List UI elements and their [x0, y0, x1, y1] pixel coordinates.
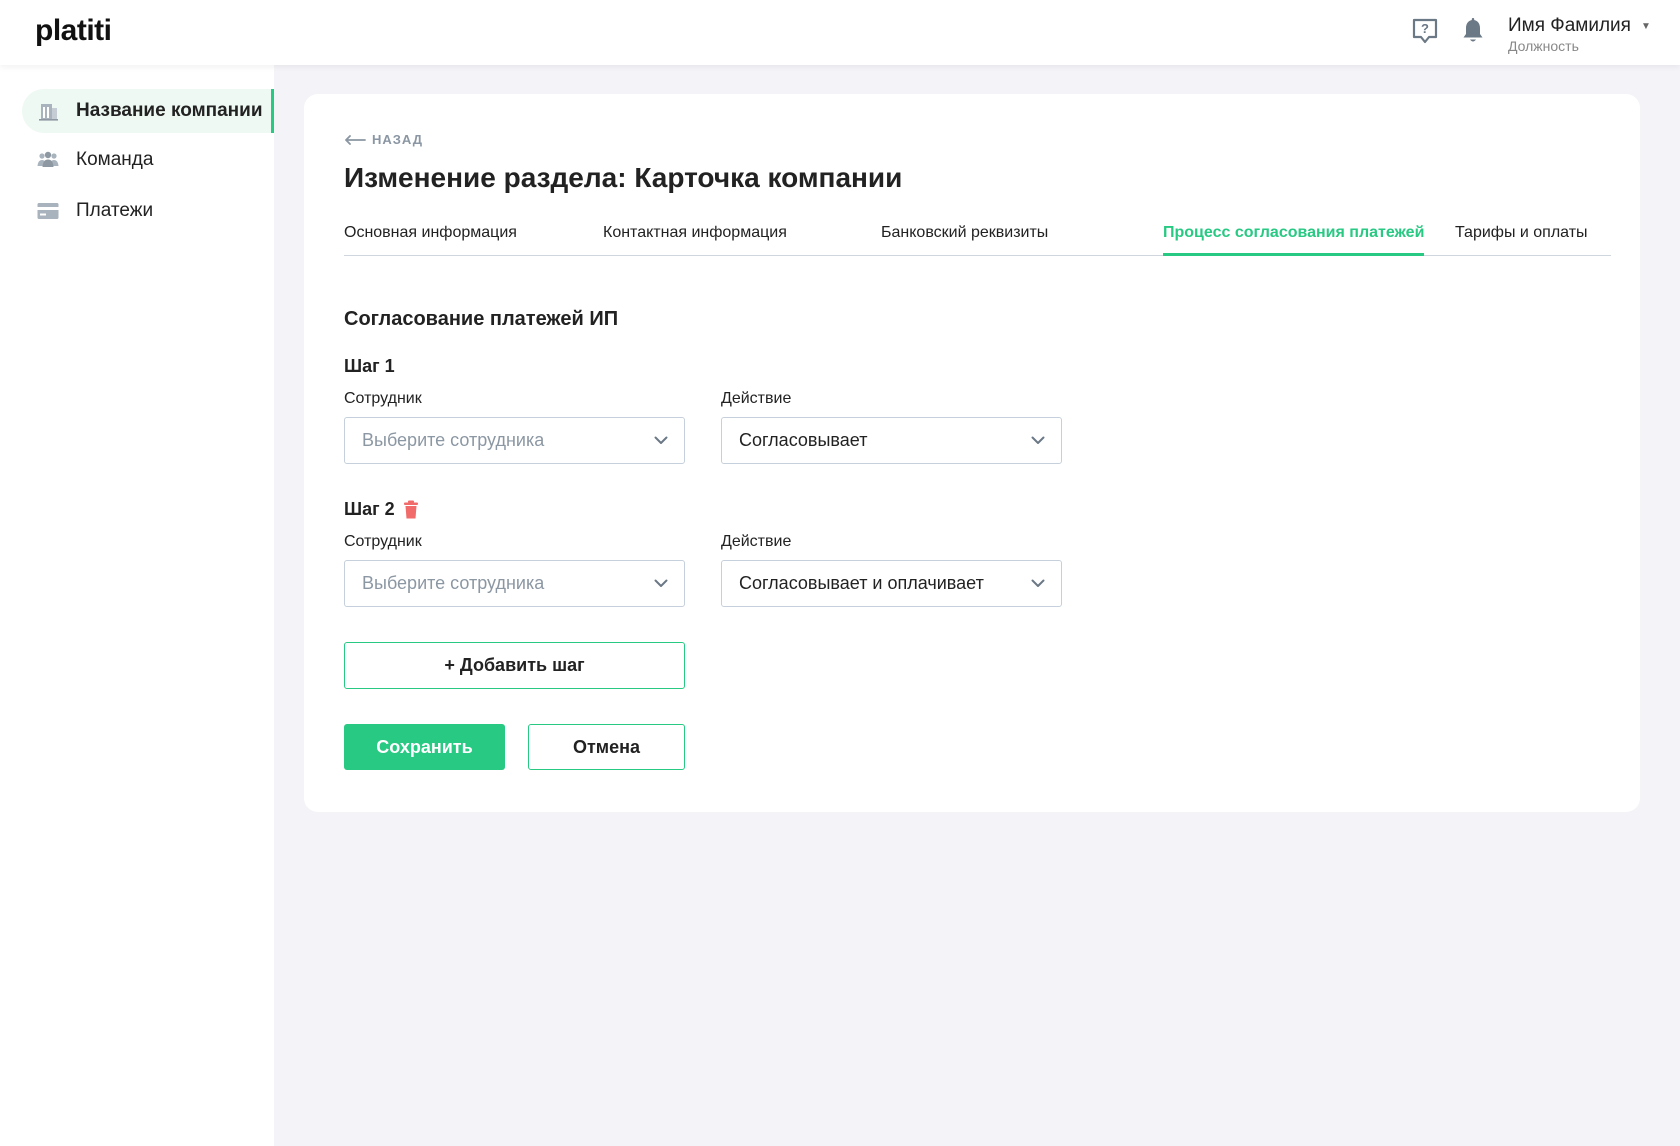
step-2-action-label: Действие: [721, 533, 792, 550]
back-link[interactable]: НАЗАД: [344, 132, 423, 147]
sidebar: Название компании Команда Платежи: [0, 65, 274, 1146]
select-value: Согласовывает и оплачивает: [739, 573, 984, 593]
chevron-down-icon: [654, 579, 668, 587]
step-1-action-select[interactable]: Согласовывает: [721, 417, 1062, 464]
page-title: Изменение раздела: Карточка компании: [344, 162, 903, 193]
select-placeholder: Выберите сотрудника: [362, 573, 545, 593]
sidebar-item-label: Название компании: [76, 100, 263, 121]
step-1-action-label: Действие: [721, 390, 792, 407]
add-step-button[interactable]: + Добавить шаг: [344, 642, 685, 689]
sidebar-item-label: Команда: [76, 149, 154, 170]
sidebar-item-label: Платежи: [76, 200, 154, 221]
user-role: Должность: [1508, 38, 1579, 54]
chevron-down-icon: [1031, 436, 1045, 444]
main-card: НАЗАД Изменение раздела: Карточка компан…: [304, 94, 1640, 812]
bell-icon[interactable]: [1458, 16, 1488, 46]
step-2-employee-label: Сотрудник: [344, 533, 422, 550]
building-icon: [39, 104, 58, 121]
chevron-down-icon: [1031, 579, 1045, 587]
section-title: Согласование платежей ИП: [344, 308, 619, 330]
tab-bar: Основная информация Контактная информаци…: [344, 224, 1611, 256]
select-placeholder: Выберите сотрудника: [362, 430, 545, 450]
chevron-down-icon: [654, 436, 668, 444]
card-icon: [37, 203, 59, 219]
user-menu[interactable]: Имя Фамилия ▼ Должность: [1508, 15, 1651, 54]
step-1-employee-select[interactable]: Выберите сотрудника: [344, 417, 685, 464]
help-chat-icon[interactable]: ?: [1410, 16, 1440, 46]
sidebar-item-team[interactable]: Команда: [22, 138, 274, 182]
step-2-title: Шаг 2: [344, 499, 419, 520]
user-name-row: Имя Фамилия ▼: [1508, 15, 1651, 37]
sidebar-item-company[interactable]: Название компании: [22, 89, 274, 133]
step-2-action-select[interactable]: Согласовывает и оплачивает: [721, 560, 1062, 607]
svg-text:?: ?: [1421, 21, 1429, 36]
trash-icon[interactable]: [403, 500, 419, 519]
step-1-employee-label: Сотрудник: [344, 390, 422, 407]
caret-down-icon: ▼: [1640, 20, 1651, 32]
tab-contact-info[interactable]: Контактная информация: [603, 224, 787, 256]
arrow-left-icon: [345, 134, 366, 145]
top-bar: platiti ? Имя Фамилия ▼ Должность: [0, 0, 1680, 65]
tab-bank-details[interactable]: Банковский реквизиты: [881, 224, 1048, 256]
sidebar-item-payments[interactable]: Платежи: [22, 189, 274, 233]
tab-main-info[interactable]: Основная информация: [344, 224, 517, 256]
user-name: Имя Фамилия: [1508, 15, 1631, 36]
select-value: Согласовывает: [739, 430, 868, 450]
team-icon: [37, 151, 59, 167]
step-1-title: Шаг 1: [344, 356, 395, 377]
cancel-button[interactable]: Отмена: [528, 724, 685, 770]
tab-payment-approval[interactable]: Процесс согласования платежей: [1163, 224, 1425, 256]
step-2-employee-select[interactable]: Выберите сотрудника: [344, 560, 685, 607]
step-title-text: Шаг 2: [344, 499, 395, 519]
tab-tariffs[interactable]: Тарифы и оплаты: [1455, 224, 1588, 256]
step-title-text: Шаг 1: [344, 356, 395, 376]
save-button[interactable]: Сохранить: [344, 724, 505, 770]
back-label: НАЗАД: [372, 132, 424, 147]
app-logo[interactable]: platiti: [35, 14, 112, 48]
